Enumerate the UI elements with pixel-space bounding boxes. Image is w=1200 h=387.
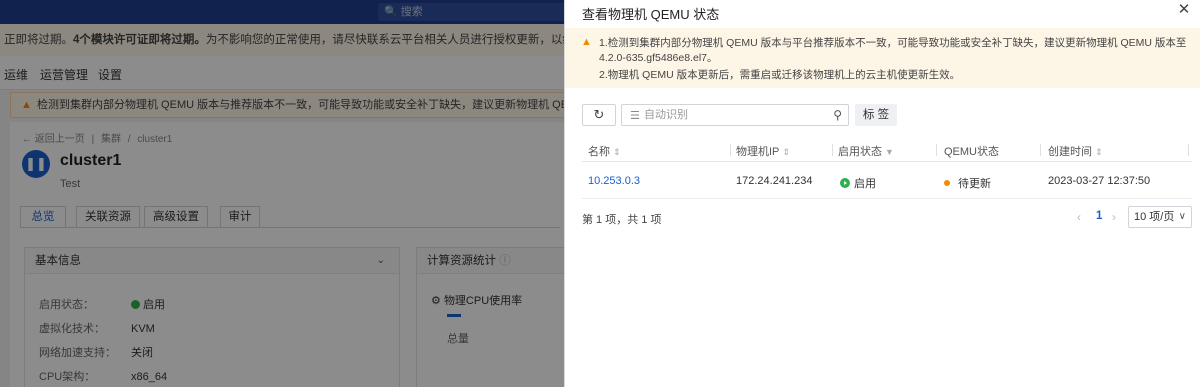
qemu-status: 待更新 <box>944 175 991 191</box>
col-created-label: 创建时间 <box>1048 146 1092 158</box>
host-ip: 172.24.241.234 <box>736 175 812 187</box>
sort-icon[interactable]: ⇕ <box>613 147 621 157</box>
col-divider <box>1188 144 1189 156</box>
warning-icon: ▲ <box>581 36 592 48</box>
col-created[interactable]: 创建时间⇕ <box>1048 143 1103 159</box>
col-enable[interactable]: 启用状态▼ <box>838 143 894 159</box>
col-divider <box>832 144 833 156</box>
pagination-summary: 第 1 项，共 1 项 <box>582 211 661 227</box>
drawer-title: 查看物理机 QEMU 状态 <box>582 4 719 23</box>
col-divider <box>730 144 731 156</box>
refresh-icon: ↻ <box>594 107 605 122</box>
play-icon <box>840 178 850 188</box>
enable-status: 启用 <box>840 175 876 191</box>
host-search[interactable]: ☰ ⚲ <box>621 104 849 126</box>
tag-button[interactable]: 标 签 <box>855 104 897 126</box>
enable-status-label: 启用 <box>854 178 876 190</box>
col-qemu: QEMU状态 <box>944 143 999 159</box>
col-divider <box>1040 144 1041 156</box>
sort-icon[interactable]: ⇕ <box>1095 147 1103 157</box>
filter-icon[interactable]: ▼ <box>885 147 894 157</box>
filter-icon: ☰ <box>630 109 640 122</box>
page-number[interactable]: 1 <box>1096 210 1102 222</box>
col-qemu-label: QEMU状态 <box>944 146 999 158</box>
col-name[interactable]: 名称⇕ <box>588 143 621 159</box>
col-name-label: 名称 <box>588 146 610 158</box>
search-input[interactable] <box>644 107 824 123</box>
page-size-select[interactable]: 10 项/页 ∨ <box>1128 206 1192 228</box>
page-size-value: 10 项/页 <box>1134 211 1174 223</box>
alert-line-1: 1.检测到集群内部分物理机 QEMU 版本与平台推荐版本不一致，可能导致功能或安… <box>599 36 1189 66</box>
qemu-status-drawer: 查看物理机 QEMU 状态 ✕ ▲ 1.检测到集群内部分物理机 QEMU 版本与… <box>564 0 1200 387</box>
host-name-link[interactable]: 10.253.0.3 <box>588 175 640 187</box>
prev-page-icon[interactable]: ‹ <box>1077 210 1081 224</box>
modal-overlay[interactable] <box>0 0 564 387</box>
alert-line-2: 2.物理机 QEMU 版本更新后，需重启或迁移该物理机上的云主机使更新生效。 <box>599 67 960 82</box>
search-icon[interactable]: ⚲ <box>833 108 842 122</box>
table-row: 10.253.0.3 172.24.241.234 启用 待更新 2023-03… <box>582 163 1192 199</box>
sort-icon[interactable]: ⇕ <box>782 147 790 157</box>
table-header: 名称⇕ 物理机IP⇕ 启用状态▼ QEMU状态 创建时间⇕ <box>582 138 1192 162</box>
col-ip-label: 物理机IP <box>736 146 779 158</box>
refresh-button[interactable]: ↻ <box>582 104 616 126</box>
chevron-down-icon: ∨ <box>1179 207 1186 227</box>
status-dot <box>944 180 950 186</box>
col-ip[interactable]: 物理机IP⇕ <box>736 143 790 159</box>
qemu-status-label: 待更新 <box>958 178 991 190</box>
next-page-icon[interactable]: › <box>1112 210 1116 224</box>
close-icon[interactable]: ✕ <box>1176 2 1192 18</box>
col-divider <box>936 144 937 156</box>
created-time: 2023-03-27 12:37:50 <box>1048 175 1150 187</box>
col-enable-label: 启用状态 <box>838 146 882 158</box>
drawer-alert: ▲ 1.检测到集群内部分物理机 QEMU 版本与平台推荐版本不一致，可能导致功能… <box>565 28 1200 88</box>
